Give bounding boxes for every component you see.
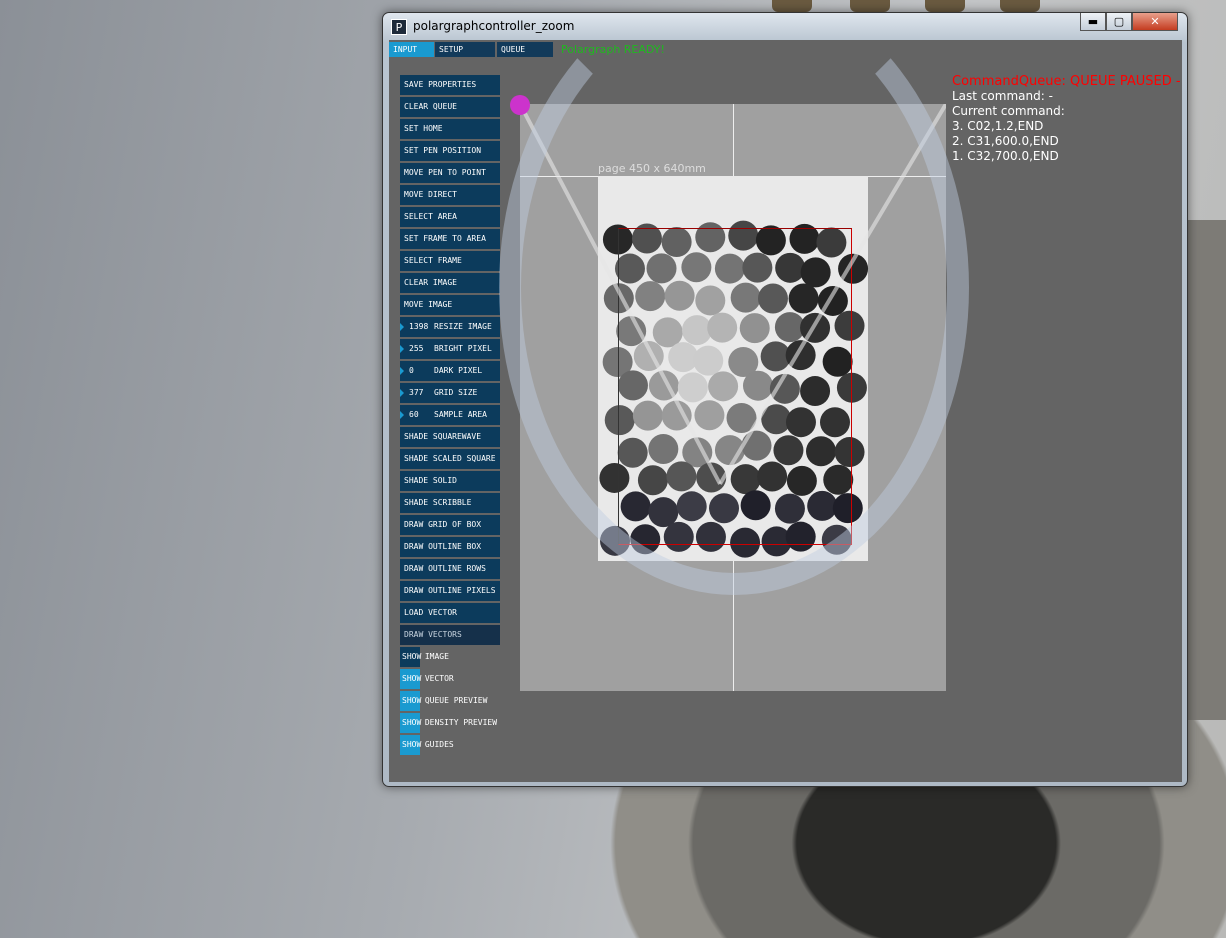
tab-queue[interactable]: QUEUE	[497, 42, 553, 57]
current-command: Current command:	[952, 104, 1181, 119]
shade-solid-button[interactable]: SHADE SOLID	[400, 471, 500, 491]
queue-header: CommandQueue: QUEUE PAUSED -	[952, 74, 1181, 89]
toggle-switch: SHOW	[400, 713, 420, 733]
move-image-button[interactable]: MOVE IMAGE	[400, 295, 500, 315]
show-guides-toggle[interactable]: SHOW GUIDES	[400, 735, 454, 755]
last-command: Last command: -	[952, 89, 1181, 104]
close-button[interactable]: ✕	[1132, 13, 1178, 31]
arrow-right-icon	[400, 323, 404, 331]
toggle-label: QUEUE PREVIEW	[420, 696, 487, 705]
control-value: 377	[404, 383, 434, 403]
tab-input[interactable]: INPUT	[389, 42, 434, 57]
desktop-shortcut-icon[interactable]	[850, 0, 890, 12]
control-label: RESIZE IMAGE	[434, 322, 492, 331]
control-value: 60	[404, 405, 434, 425]
sketch-canvas[interactable]: INPUT SETUP QUEUE Polargraph READY! SAVE…	[389, 40, 1182, 782]
app-icon: P	[391, 19, 407, 35]
control-value: 255	[404, 339, 434, 359]
toggle-switch: SHOW	[400, 735, 420, 755]
desktop-shortcut-icon[interactable]	[1000, 0, 1040, 12]
bright-pixel-control[interactable]: 255BRIGHT PIXEL	[400, 339, 500, 359]
arrow-right-icon	[400, 367, 404, 375]
queue-item: 2. C31,600.0,END	[952, 134, 1181, 149]
move-direct-button[interactable]: MOVE DIRECT	[400, 185, 500, 205]
move-pen-to-point-button[interactable]: MOVE PEN TO POINT	[400, 163, 500, 183]
sample-area-control[interactable]: 60SAMPLE AREA	[400, 405, 500, 425]
minimize-button[interactable]: ▬	[1080, 13, 1106, 31]
select-area-button[interactable]: SELECT AREA	[400, 207, 500, 227]
grid-size-control[interactable]: 377GRID SIZE	[400, 383, 500, 403]
save-properties-button[interactable]: SAVE PROPERTIES	[400, 75, 500, 95]
arrow-right-icon	[400, 389, 404, 397]
show-image-toggle[interactable]: SHOW IMAGE	[400, 647, 449, 667]
tab-setup[interactable]: SETUP	[435, 42, 495, 57]
resize-image-control[interactable]: 1398RESIZE IMAGE	[400, 317, 500, 337]
clear-image-button[interactable]: CLEAR IMAGE	[400, 273, 500, 293]
show-vector-toggle[interactable]: SHOW VECTOR	[400, 669, 454, 689]
load-vector-button[interactable]: LOAD VECTOR	[400, 603, 500, 623]
draw-outline-box-button[interactable]: DRAW OUTLINE BOX	[400, 537, 500, 557]
maximize-button[interactable]: ▢	[1106, 13, 1132, 31]
set-home-button[interactable]: SET HOME	[400, 119, 500, 139]
toggle-label: VECTOR	[420, 674, 454, 683]
shade-scaled-square-button[interactable]: SHADE SCALED SQUARE	[400, 449, 500, 469]
toggle-switch: SHOW	[400, 691, 420, 711]
clear-queue-button[interactable]: CLEAR QUEUE	[400, 97, 500, 117]
draw-outline-pixels-button[interactable]: DRAW OUTLINE PIXELS	[400, 581, 500, 601]
toggle-label: DENSITY PREVIEW	[420, 718, 497, 727]
select-frame-button[interactable]: SELECT FRAME	[400, 251, 500, 271]
set-frame-to-area-button[interactable]: SET FRAME TO AREA	[400, 229, 500, 249]
window-title: polargraphcontroller_zoom	[413, 19, 574, 33]
draw-outline-rows-button[interactable]: DRAW OUTLINE ROWS	[400, 559, 500, 579]
desktop-shortcut-icon[interactable]	[925, 0, 965, 12]
shade-scribble-button[interactable]: SHADE SCRIBBLE	[400, 493, 500, 513]
draw-grid-of-box-button[interactable]: DRAW GRID OF BOX	[400, 515, 500, 535]
arrow-right-icon	[400, 345, 404, 353]
toggle-label: IMAGE	[420, 652, 449, 661]
toggle-switch: SHOW	[400, 647, 420, 667]
control-label: SAMPLE AREA	[434, 410, 487, 419]
arrow-right-icon	[400, 411, 404, 419]
gondola-arc	[499, 0, 969, 595]
queue-item: 3. C02,1.2,END	[952, 119, 1181, 134]
control-value: 1398	[404, 317, 434, 337]
command-queue: CommandQueue: QUEUE PAUSED - Last comman…	[952, 74, 1181, 164]
set-pen-position-button[interactable]: SET PEN POSITION	[400, 141, 500, 161]
toggle-switch: SHOW	[400, 669, 420, 689]
show-queue-preview-toggle[interactable]: SHOW QUEUE PREVIEW	[400, 691, 487, 711]
control-label: GRID SIZE	[434, 388, 477, 397]
show-density-preview-toggle[interactable]: SHOW DENSITY PREVIEW	[400, 713, 497, 733]
pen-position-marker[interactable]	[510, 95, 530, 115]
shade-squarewave-button[interactable]: SHADE SQUAREWAVE	[400, 427, 500, 447]
queue-item: 1. C32,700.0,END	[952, 149, 1181, 164]
draw-vectors-button[interactable]: DRAW VECTORS	[400, 625, 500, 645]
toggle-label: GUIDES	[420, 740, 454, 749]
dark-pixel-control[interactable]: 0DARK PIXEL	[400, 361, 500, 381]
control-label: BRIGHT PIXEL	[434, 344, 492, 353]
control-value: 0	[404, 361, 434, 381]
control-label: DARK PIXEL	[434, 366, 482, 375]
app-window: P polargraphcontroller_zoom ▬ ▢ ✕ INPUT …	[382, 12, 1188, 787]
